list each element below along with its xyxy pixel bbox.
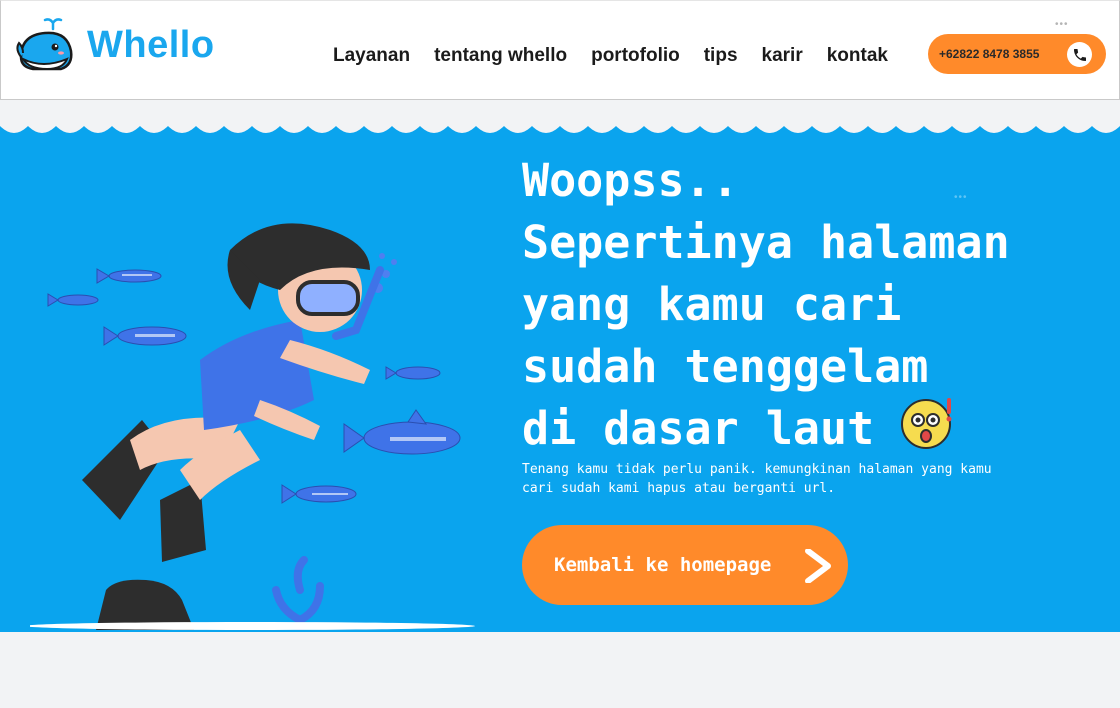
brand-name: Whello <box>87 23 215 66</box>
whale-logo-icon <box>16 18 73 71</box>
main-nav: Layanan tentang whello portofolio tips k… <box>333 45 888 67</box>
nav-item-layanan[interactable]: Layanan <box>333 45 410 67</box>
back-home-button[interactable]: Kembali ke homepage <box>522 525 848 605</box>
page-footer-area <box>0 632 1120 708</box>
chevron-right-icon <box>805 549 831 583</box>
nav-item-tips[interactable]: tips <box>704 45 738 67</box>
nav-item-karir[interactable]: karir <box>762 45 803 67</box>
error-heading: Woopss.. Sepertinya halaman yang kamu ca… <box>522 150 1102 460</box>
heading-line-5: di dasar laut <box>522 402 875 455</box>
error-hero: Woopss.. Sepertinya halaman yang kamu ca… <box>0 110 1120 632</box>
phone-contact-button[interactable]: +62822 8478 3855 <box>928 34 1106 74</box>
site-header: Whello Layanan tentang whello portofolio… <box>0 0 1120 100</box>
nav-item-tentang-whello[interactable]: tentang whello <box>434 45 567 67</box>
decor-dots: ••• <box>954 192 968 203</box>
back-home-label: Kembali ke homepage <box>554 554 772 576</box>
heading-line-1: Woopss.. <box>522 154 739 207</box>
shocked-face-icon <box>901 398 952 449</box>
heading-line-3: yang kamu cari <box>522 278 902 331</box>
nav-item-portofolio[interactable]: portofolio <box>591 45 680 67</box>
error-subtitle: Tenang kamu tidak perlu panik. kemungkin… <box>522 462 992 496</box>
wave-border <box>0 110 1120 133</box>
decor-dots: ••• <box>1055 19 1069 30</box>
diver-illustration <box>30 223 475 630</box>
nav-item-kontak[interactable]: kontak <box>827 45 888 67</box>
heading-line-4: sudah tenggelam <box>522 340 929 393</box>
phone-number: +62822 8478 3855 <box>939 47 1040 61</box>
brand-logo[interactable]: Whello <box>15 17 225 73</box>
heading-line-2: Sepertinya halaman <box>522 216 1010 269</box>
phone-icon <box>1067 42 1092 67</box>
